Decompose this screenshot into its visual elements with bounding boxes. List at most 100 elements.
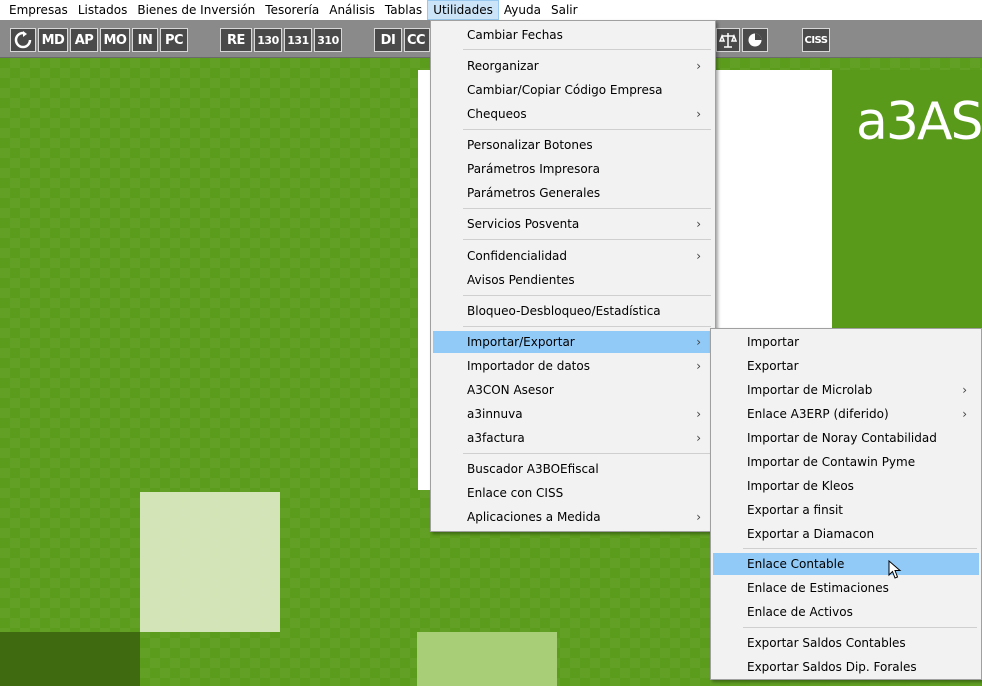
mouse-cursor-icon bbox=[888, 560, 902, 579]
toolbar-button-310[interactable]: 310 bbox=[314, 28, 342, 52]
menu-item-label: Cambiar/Copiar Código Empresa bbox=[467, 83, 663, 97]
menu-item-servicios-posventa[interactable]: Servicios Posventa › bbox=[433, 213, 713, 235]
menu-item-label: Importar de Contawin Pyme bbox=[747, 455, 916, 469]
menu-item-label: Chequeos bbox=[467, 107, 527, 121]
toolbar-button-cc[interactable]: CC bbox=[404, 28, 430, 52]
menu-item-reorganizar[interactable]: Reorganizar › bbox=[433, 55, 713, 77]
menu-item-confidencialidad[interactable]: Confidencialidad › bbox=[433, 245, 713, 267]
menu-tablas[interactable]: Tablas bbox=[380, 0, 427, 20]
menu-item-label: Exportar Saldos Contables bbox=[747, 636, 906, 650]
menu-ayuda[interactable]: Ayuda bbox=[499, 0, 546, 20]
toolbar-button-mo[interactable]: MO bbox=[100, 28, 130, 52]
scale-icon-button[interactable] bbox=[716, 28, 740, 52]
menu-item-label: Bloqueo-Desbloqueo/Estadística bbox=[467, 304, 661, 318]
menu-item-label: a3innuva bbox=[467, 407, 523, 421]
menu-item-parametros-generales[interactable]: Parámetros Generales bbox=[433, 182, 713, 204]
menu-item-label: Avisos Pendientes bbox=[467, 273, 575, 287]
menu-item-label: Enlace de Activos bbox=[747, 605, 853, 619]
menu-item-buscador-a3boefiscal[interactable]: Buscador A3BOEfiscal bbox=[433, 458, 713, 480]
chevron-right-icon: › bbox=[696, 249, 701, 263]
menu-item-label: Importar/Exportar bbox=[467, 335, 575, 349]
chevron-right-icon: › bbox=[696, 431, 701, 445]
menu-item-label: Exportar Saldos Dip. Forales bbox=[747, 660, 917, 674]
submenu-item-exportar[interactable]: Exportar bbox=[713, 355, 979, 377]
menu-separator bbox=[463, 453, 711, 454]
toolbar-button-ciss[interactable]: CISS bbox=[802, 28, 830, 52]
menu-tesoreria[interactable]: Tesorería bbox=[260, 0, 324, 20]
menu-item-label: Importar de Noray Contabilidad bbox=[747, 431, 937, 445]
menu-separator bbox=[463, 239, 711, 240]
submenu-item-enlace-estimaciones[interactable]: Enlace de Estimaciones bbox=[713, 577, 979, 599]
submenu-item-importar-contawin[interactable]: Importar de Contawin Pyme bbox=[713, 451, 979, 473]
menu-item-label: Importador de datos bbox=[467, 359, 590, 373]
menu-bienes-inversion[interactable]: Bienes de Inversión bbox=[132, 0, 260, 20]
menu-separator bbox=[743, 627, 977, 628]
toolbar-button-di[interactable]: DI bbox=[374, 28, 402, 52]
menu-analisis[interactable]: Análisis bbox=[324, 0, 380, 20]
submenu-item-enlace-activos[interactable]: Enlace de Activos bbox=[713, 601, 979, 623]
toolbar-button-md[interactable]: MD bbox=[38, 28, 68, 52]
decorative-square bbox=[417, 632, 557, 686]
menu-item-label: Aplicaciones a Medida bbox=[467, 510, 601, 524]
menu-item-importar-exportar[interactable]: Importar/Exportar › bbox=[433, 331, 713, 353]
toolbar-button-130[interactable]: 130 bbox=[254, 28, 282, 52]
menu-item-label: Exportar bbox=[747, 359, 799, 373]
chevron-right-icon: › bbox=[962, 383, 967, 397]
submenu-item-exportar-saldos-forales[interactable]: Exportar Saldos Dip. Forales bbox=[713, 656, 979, 678]
menu-item-bloqueo-desbloqueo[interactable]: Bloqueo-Desbloqueo/Estadística bbox=[433, 300, 713, 322]
menu-item-label: Parámetros Impresora bbox=[467, 162, 600, 176]
chevron-right-icon: › bbox=[696, 107, 701, 121]
menu-item-label: Cambiar Fechas bbox=[467, 28, 563, 42]
toolbar-button-ap[interactable]: AP bbox=[70, 28, 98, 52]
menu-item-label: Parámetros Generales bbox=[467, 186, 601, 200]
menu-empresas[interactable]: Empresas bbox=[4, 0, 73, 20]
submenu-item-importar-kleos[interactable]: Importar de Kleos bbox=[713, 475, 979, 497]
menu-item-a3con-asesor[interactable]: A3CON Asesor bbox=[433, 379, 713, 401]
menu-item-avisos-pendientes[interactable]: Avisos Pendientes bbox=[433, 269, 713, 291]
menu-item-a3factura[interactable]: a3factura › bbox=[433, 427, 713, 449]
menu-separator bbox=[463, 129, 711, 130]
menu-item-a3innuva[interactable]: a3innuva › bbox=[433, 403, 713, 425]
menu-item-label: Personalizar Botones bbox=[467, 138, 593, 152]
menu-item-label: Reorganizar bbox=[467, 59, 539, 73]
brand-logo: a3AS bbox=[856, 92, 982, 152]
pie-chart-icon bbox=[748, 33, 762, 47]
menu-item-personalizar-botones[interactable]: Personalizar Botones bbox=[433, 134, 713, 156]
refresh-icon bbox=[14, 31, 32, 49]
menu-item-aplicaciones-medida[interactable]: Aplicaciones a Medida › bbox=[433, 506, 713, 528]
scale-icon bbox=[719, 33, 737, 48]
chevron-right-icon: › bbox=[696, 510, 701, 524]
menu-salir[interactable]: Salir bbox=[546, 0, 583, 20]
pie-icon-button[interactable] bbox=[742, 28, 768, 52]
submenu-item-exportar-saldos-contables[interactable]: Exportar Saldos Contables bbox=[713, 632, 979, 654]
menu-item-parametros-impresora[interactable]: Parámetros Impresora bbox=[433, 158, 713, 180]
menu-utilidades[interactable]: Utilidades bbox=[427, 0, 499, 20]
submenu-item-importar-microlab[interactable]: Importar de Microlab › bbox=[713, 379, 979, 401]
menu-item-label: Importar de Kleos bbox=[747, 479, 854, 493]
menu-item-cambiar-fechas[interactable]: Cambiar Fechas bbox=[433, 24, 713, 46]
utilidades-menu: Cambiar Fechas Reorganizar › Cambiar/Copi… bbox=[430, 20, 716, 532]
submenu-item-enlace-contable[interactable]: Enlace Contable bbox=[713, 553, 979, 575]
menu-item-label: Servicios Posventa bbox=[467, 217, 580, 231]
menu-item-importador-datos[interactable]: Importador de datos › bbox=[433, 355, 713, 377]
submenu-item-exportar-finsit[interactable]: Exportar a finsit bbox=[713, 499, 979, 521]
toolbar-button-re[interactable]: RE bbox=[220, 28, 252, 52]
toolbar-button-pc[interactable]: PC bbox=[160, 28, 188, 52]
menu-item-cambiar-copiar-codigo[interactable]: Cambiar/Copiar Código Empresa bbox=[433, 79, 713, 101]
chevron-right-icon: › bbox=[696, 217, 701, 231]
menu-item-label: A3CON Asesor bbox=[467, 383, 554, 397]
submenu-item-importar-noray[interactable]: Importar de Noray Contabilidad bbox=[713, 427, 979, 449]
decorative-square bbox=[140, 492, 280, 632]
decorative-square bbox=[0, 632, 140, 686]
submenu-item-exportar-diamacon[interactable]: Exportar a Diamacon bbox=[713, 523, 979, 545]
menu-listados[interactable]: Listados bbox=[73, 0, 133, 20]
submenu-item-importar[interactable]: Importar bbox=[713, 331, 979, 353]
menu-item-label: Enlace de Estimaciones bbox=[747, 581, 889, 595]
submenu-item-enlace-a3erp[interactable]: Enlace A3ERP (diferido) › bbox=[713, 403, 979, 425]
menu-item-enlace-ciss[interactable]: Enlace con CISS bbox=[433, 482, 713, 504]
menu-bar: Empresas Listados Bienes de Inversión Te… bbox=[0, 0, 982, 20]
toolbar-button-131[interactable]: 131 bbox=[284, 28, 312, 52]
menu-item-chequeos[interactable]: Chequeos › bbox=[433, 103, 713, 125]
refresh-icon-button[interactable] bbox=[10, 28, 36, 52]
toolbar-button-in[interactable]: IN bbox=[132, 28, 158, 52]
